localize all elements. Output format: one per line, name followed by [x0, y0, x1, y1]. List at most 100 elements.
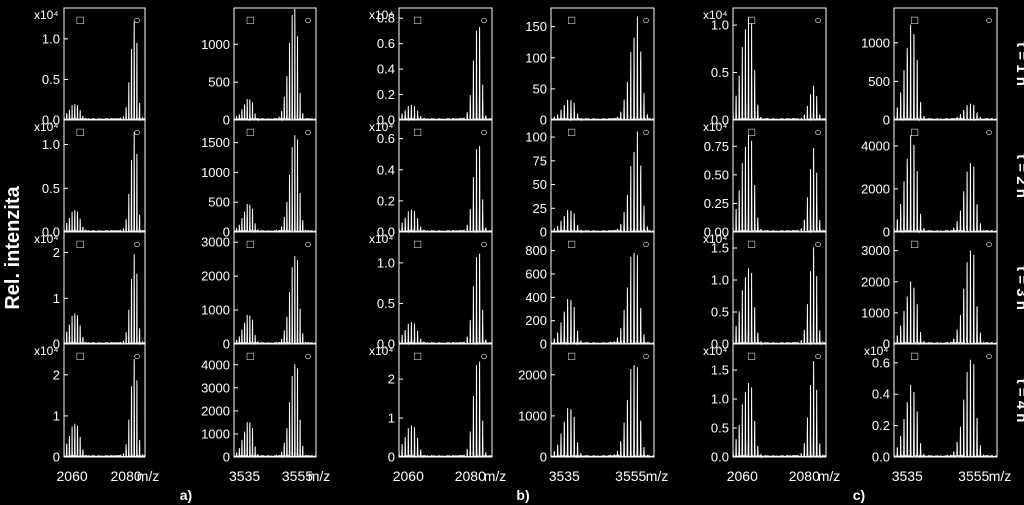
row-label: t = 3 h — [1013, 266, 1024, 310]
circle-marker: ○ — [480, 125, 487, 139]
y-tick-label: 2000 — [861, 181, 890, 196]
x-unit-label: m/z — [308, 468, 331, 484]
spectrum-trace — [63, 359, 146, 459]
panel-frame — [398, 7, 493, 121]
panel-frame — [398, 231, 493, 345]
y-tick-label: 2000 — [201, 403, 230, 418]
y-tick-label: 0.5 — [711, 305, 729, 320]
exponent-label: x10⁴ — [703, 120, 728, 134]
circle-marker: ○ — [133, 125, 140, 139]
y-tick-label: 0.6 — [377, 36, 395, 51]
y-tick-label: 0 — [883, 113, 890, 128]
y-tick-label: 0.5 — [42, 181, 60, 196]
spectra-figure: Rel. intenzita 0.00.51.0x10⁴ □ ○05001000□ ○… — [2, 7, 1024, 503]
x-unit-label: m/z — [818, 468, 841, 484]
y-tick-label: 0.5 — [711, 421, 729, 436]
y-tick-label: 1.0 — [377, 255, 395, 270]
spectrum-panel: 0.00.20.40.60.8x10⁴ □ ○ — [369, 7, 493, 128]
y-tick-label: 1000 — [861, 35, 890, 50]
x-unit-label: m/z — [989, 468, 1012, 484]
x-tick-label: 2060 — [393, 468, 424, 484]
exponent-label: x10⁴ — [34, 232, 59, 246]
y-tick-label: 75 — [533, 153, 547, 168]
square-marker: □ — [414, 125, 421, 139]
x-tick-label: 2060 — [727, 468, 758, 484]
square-marker: □ — [77, 237, 84, 251]
figure: Rel. intenzita 0.0 0.5 1.0 x10⁴ □ ○ 0 500 1000 □ ○… — [0, 0, 1024, 505]
square-marker: □ — [748, 237, 755, 251]
y-tick-label: 1000 — [201, 165, 230, 180]
y-tick-label: 2 — [388, 372, 395, 387]
exponent-label: x10⁴ — [703, 8, 728, 22]
circle-marker: ○ — [304, 237, 311, 251]
spectrum-trace — [63, 21, 146, 122]
spectrum-panel: 050010001500□ ○ — [201, 119, 317, 240]
y-tick-label: 1.5 — [711, 363, 729, 378]
square-marker: □ — [414, 13, 421, 27]
exponent-label: x10⁴ — [864, 344, 889, 358]
circle-marker: ○ — [133, 349, 140, 363]
y-tick-label: 800 — [525, 243, 547, 258]
circle-marker: ○ — [642, 349, 649, 363]
y-tick-label: 2000 — [201, 269, 230, 284]
exponent-label: x10⁴ — [703, 344, 728, 358]
y-tick-label: 150 — [525, 19, 547, 34]
y-tick-label: 0 — [540, 113, 547, 128]
spectrum-panel: 0 50 100 150 □ ○ — [525, 7, 655, 128]
panel-frame — [550, 119, 655, 233]
row-label: t = 1 h — [1013, 42, 1024, 86]
panel-frame — [398, 119, 493, 233]
spectrum-panel: 012x10⁴ □ ○ — [34, 231, 146, 352]
spectrum-trace — [63, 132, 146, 234]
y-tick-label: 2 — [53, 245, 60, 260]
square-marker: □ — [911, 125, 918, 139]
spectrum-panel: 0.00.51.01.5x10⁴ □ ○ — [703, 231, 827, 352]
circle-marker: ○ — [304, 349, 311, 363]
spectrum-panel: 0.00.51.0x10⁴ □ ○ — [703, 7, 827, 128]
circle-marker: ○ — [985, 13, 992, 27]
y-tick-label: 0 — [540, 337, 547, 352]
y-tick-label: 50 — [533, 81, 547, 96]
y-tick-label: 1.0 — [711, 273, 729, 288]
spectrum-trace — [893, 24, 998, 122]
spectrum-panel: 0 1000 2000 3000 □ ○ — [201, 231, 317, 352]
exponent-label: x10⁴ — [369, 8, 394, 22]
square-marker: □ — [247, 125, 254, 139]
y-tick-label: 1 — [53, 408, 60, 423]
y-tick-label: 0 — [223, 337, 230, 352]
y-tick-label: 2000 — [861, 274, 890, 289]
spectrum-trace — [732, 361, 827, 459]
y-tick-label: 1000 — [201, 37, 230, 52]
spectrum-trace — [732, 134, 827, 234]
circle-marker: ○ — [304, 125, 311, 139]
y-tick-label: 1000 — [201, 303, 230, 318]
y-tick-label: 4000 — [861, 138, 890, 153]
y-tick-label: 1000 — [201, 426, 230, 441]
y-tick-label: 0 — [540, 450, 547, 465]
panel-frame — [398, 343, 493, 458]
square-marker: □ — [568, 237, 575, 251]
square-marker: □ — [568, 13, 575, 27]
y-tick-label: 1 — [388, 411, 395, 426]
x-tick-label: 3535 — [549, 468, 580, 484]
y-tick-label: 100 — [525, 130, 547, 145]
y-tick-label: 0.4 — [377, 162, 395, 177]
spectrum-trace — [398, 361, 493, 459]
square-marker: □ — [748, 13, 755, 27]
spectrum-panel: 012x10⁴ □ ○2060 2080m/z — [34, 343, 159, 484]
circle-marker: ○ — [642, 125, 649, 139]
y-tick-label: 0 — [223, 113, 230, 128]
x-tick-label: 2060 — [57, 468, 88, 484]
exponent-label: x10⁴ — [34, 8, 59, 22]
square-marker: □ — [911, 13, 918, 27]
spectrum-trace — [732, 17, 827, 122]
panels-grid: 0.00.51.0x10⁴ □ ○05001000□ ○0.00.20.40.60.8… — [34, 7, 1012, 484]
y-tick-label: 0.25 — [704, 196, 729, 211]
circle-marker: ○ — [133, 237, 140, 251]
row-label: t = 4 h — [1013, 379, 1024, 423]
y-tick-label: 1000 — [861, 305, 890, 320]
x-tick-label: 3555 — [958, 468, 989, 484]
row-label: t = 2 h — [1013, 154, 1024, 198]
spectrum-trace — [63, 254, 146, 346]
y-tick-label: 600 — [525, 267, 547, 282]
